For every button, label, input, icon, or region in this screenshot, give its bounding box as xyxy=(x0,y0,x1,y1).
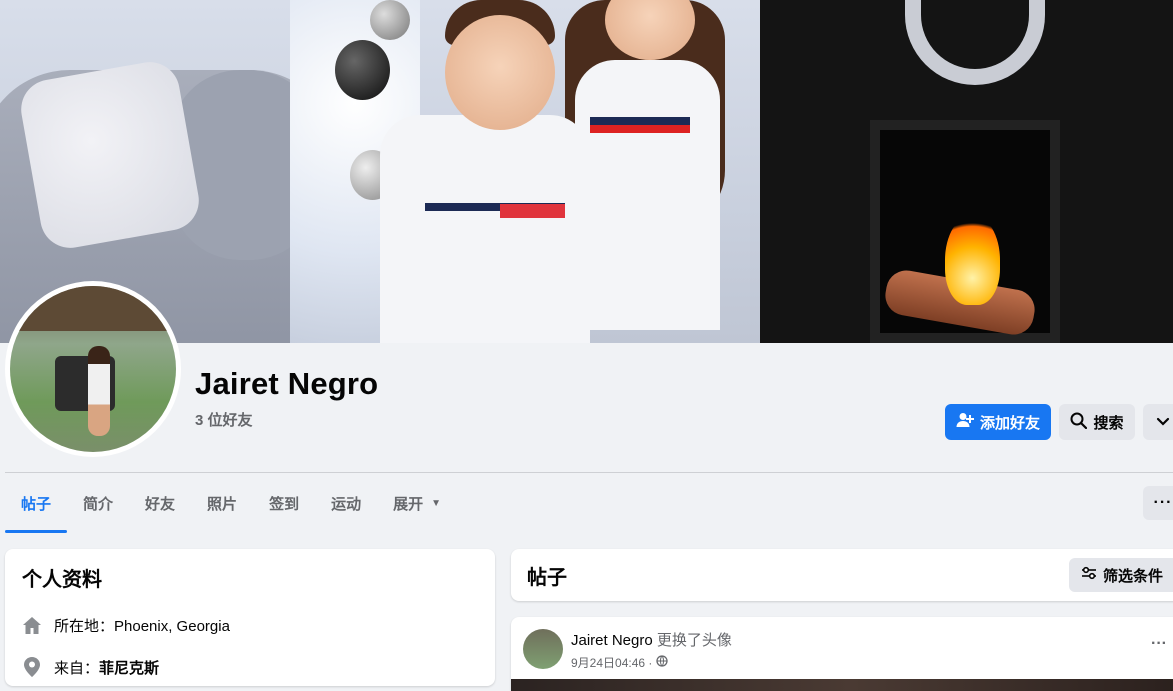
caret-down-icon: ▼ xyxy=(431,497,442,509)
lives-value[interactable]: Phoenix, Georgia xyxy=(114,618,230,635)
search-button[interactable]: 搜索 xyxy=(1059,404,1135,440)
filter-label: 筛选条件 xyxy=(1103,567,1164,585)
post-action: 更换了头像 xyxy=(656,632,732,649)
post-timestamp[interactable]: 9月24日04:46 · xyxy=(571,654,652,671)
from-value[interactable]: 菲尼克斯 xyxy=(99,660,159,677)
profile-name: Jairet Negro xyxy=(195,366,379,401)
tab-friends[interactable]: 好友 xyxy=(129,473,191,533)
tab-photos[interactable]: 照片 xyxy=(191,473,253,533)
chevron-down-icon xyxy=(1156,414,1170,431)
tab-sports[interactable]: 运动 xyxy=(315,473,377,533)
profile-page: Jairet Negro 3 位好友 添加好友 搜索 帖子 简介 好友 照片 签… xyxy=(0,0,1173,691)
add-friend-icon xyxy=(956,412,974,432)
lives-prefix: 所在地： xyxy=(54,617,115,635)
post-options-icon[interactable]: ··· xyxy=(1151,635,1167,653)
more-options-button[interactable]: ··· xyxy=(1143,486,1173,520)
search-icon xyxy=(1070,412,1088,433)
profile-avatar[interactable] xyxy=(5,281,181,457)
add-friend-button[interactable]: 添加好友 xyxy=(945,404,1051,440)
post-author[interactable]: Jairet Negro xyxy=(571,632,653,649)
intro-from-row: 来自：菲尼克斯 xyxy=(22,646,478,688)
posts-header-card: 帖子 筛选条件 xyxy=(511,549,1173,601)
intro-lives-row: 所在地：Phoenix, Georgia xyxy=(22,604,478,646)
intro-card: 个人资料 所在地：Phoenix, Georgia 来自：菲尼克斯 xyxy=(5,549,495,686)
tab-checkins[interactable]: 签到 xyxy=(253,473,315,533)
post-author-avatar[interactable] xyxy=(523,629,563,669)
post-photo[interactable] xyxy=(511,679,1173,691)
posts-title: 帖子 xyxy=(527,566,567,589)
filter-sliders-icon xyxy=(1081,566,1097,584)
more-actions-button[interactable] xyxy=(1143,404,1173,440)
tab-more[interactable]: 展开 ▼ xyxy=(377,473,457,533)
cover-pillow xyxy=(16,57,204,253)
post-meta: Jairet Negro 更换了头像 9月24日04:46 · xyxy=(571,629,732,671)
globe-icon xyxy=(656,655,669,670)
home-icon xyxy=(22,615,42,635)
post-card: Jairet Negro 更换了头像 9月24日04:46 · ··· xyxy=(511,617,1173,691)
intro-title: 个人资料 xyxy=(22,569,102,591)
tab-posts[interactable]: 帖子 xyxy=(5,473,68,533)
cover-flame xyxy=(945,215,1000,305)
location-pin-icon xyxy=(22,657,42,677)
search-label: 搜索 xyxy=(1093,414,1124,432)
add-friend-label: 添加好友 xyxy=(979,414,1040,432)
cover-boy xyxy=(380,0,590,343)
friends-count[interactable]: 3 位好友 xyxy=(195,409,253,430)
ellipsis-icon: ··· xyxy=(1153,494,1173,511)
from-prefix: 来自： xyxy=(54,659,100,677)
profile-tabs: 帖子 简介 好友 照片 签到 运动 展开 ▼ xyxy=(5,473,457,533)
tab-about[interactable]: 简介 xyxy=(67,473,129,533)
filter-button[interactable]: 筛选条件 xyxy=(1069,558,1173,592)
